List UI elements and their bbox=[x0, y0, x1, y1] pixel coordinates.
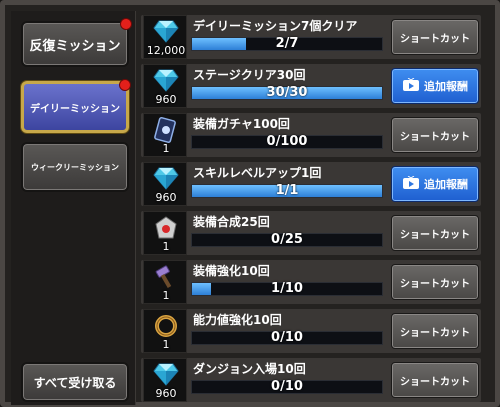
mission-sidebar: 反復ミッション デイリーミッション ウィークリーミッション すべて受け取る bbox=[11, 11, 136, 405]
reward-quantity: 1 bbox=[162, 338, 170, 351]
tab-label: デイリーミッション bbox=[30, 103, 120, 115]
shortcut-button[interactable]: ショートカット bbox=[391, 19, 479, 55]
reward-slot: 960 bbox=[143, 162, 187, 206]
reward-quantity: 1 bbox=[162, 240, 170, 253]
shortcut-button[interactable]: ショートカット bbox=[391, 117, 479, 153]
progress-bar: 0/100 bbox=[191, 134, 383, 149]
progress-text: 0/25 bbox=[271, 232, 303, 247]
progress-text: 30/30 bbox=[266, 85, 308, 100]
progress-bar: 2/7 bbox=[191, 36, 383, 51]
notification-dot bbox=[119, 79, 131, 91]
claim-all-button[interactable]: すべて受け取る bbox=[21, 362, 129, 402]
mission-row: 1 装備ガチャ100回 0/100 ショートカット bbox=[141, 113, 481, 157]
tv-icon bbox=[402, 175, 420, 193]
tv-icon bbox=[402, 77, 420, 95]
progress-bar: 1/1 bbox=[191, 183, 383, 198]
tab-daily-missions[interactable]: デイリーミッション bbox=[21, 79, 131, 133]
reward-slot: 1 bbox=[143, 113, 187, 157]
mission-title: デイリーミッション7個クリア bbox=[193, 19, 358, 33]
mission-row: 1 能力値強化10回 0/10 ショートカット bbox=[141, 309, 481, 353]
mission-title: 能力値強化10回 bbox=[193, 313, 282, 327]
progress-bar: 1/10 bbox=[191, 281, 383, 296]
mission-title: ダンジョン入場10回 bbox=[193, 362, 306, 376]
tab-weekly-missions[interactable]: ウィークリーミッション bbox=[21, 142, 129, 192]
mission-title: ステージクリア30回 bbox=[193, 68, 306, 82]
reward-quantity: 960 bbox=[155, 93, 177, 106]
reward-slot: 1 bbox=[143, 260, 187, 304]
mission-window: 反復ミッション デイリーミッション ウィークリーミッション すべて受け取る 12… bbox=[0, 0, 500, 407]
progress-text: 0/10 bbox=[271, 379, 303, 394]
tab-label: ウィークリーミッション bbox=[31, 162, 119, 172]
progress-bar: 0/10 bbox=[191, 330, 383, 345]
mission-row: 1 装備強化10回 1/10 ショートカット bbox=[141, 260, 481, 304]
claim-all-label: すべて受け取る bbox=[33, 375, 117, 390]
reward-quantity: 1 bbox=[162, 142, 170, 155]
reward-slot: 1 bbox=[143, 309, 187, 353]
action-label: ショートカット bbox=[400, 33, 470, 45]
reward-quantity: 1 bbox=[162, 289, 170, 302]
progress-text: 0/100 bbox=[266, 134, 308, 149]
mission-row: 1 装備合成25回 0/25 ショートカット bbox=[141, 211, 481, 255]
reward-slot: 1 bbox=[143, 211, 187, 255]
progress-text: 0/10 bbox=[271, 330, 303, 345]
mission-row: 960 ダンジョン入場10回 0/10 ショートカット bbox=[141, 358, 481, 402]
mission-title: スキルレベルアップ1回 bbox=[193, 166, 322, 180]
tab-repeat-missions[interactable]: 反復ミッション bbox=[21, 18, 132, 67]
mission-row: 960 ステージクリア30回 30/30 追加報酬 bbox=[141, 64, 481, 108]
shortcut-button[interactable]: ショートカット bbox=[391, 215, 479, 251]
shortcut-button[interactable]: ショートカット bbox=[391, 264, 479, 300]
action-label: ショートカット bbox=[400, 229, 470, 241]
reward-quantity: 960 bbox=[155, 191, 177, 204]
mission-list[interactable]: 12,000 デイリーミッション7個クリア 2/7 ショートカット 960 ステージクリア… bbox=[141, 11, 497, 405]
mission-row: 12,000 デイリーミッション7個クリア 2/7 ショートカット bbox=[141, 15, 481, 59]
progress-bar: 0/10 bbox=[191, 379, 383, 394]
reward-slot: 12,000 bbox=[143, 15, 187, 59]
notification-dot bbox=[120, 18, 132, 30]
progress-bar: 0/25 bbox=[191, 232, 383, 247]
shortcut-button[interactable]: ショートカット bbox=[391, 362, 479, 398]
bonus-reward-button[interactable]: 追加報酬 bbox=[391, 166, 479, 202]
mission-row: 960 スキルレベルアップ1回 1/1 追加報酬 bbox=[141, 162, 481, 206]
action-label: ショートカット bbox=[400, 327, 470, 339]
action-label: ショートカット bbox=[400, 376, 470, 388]
action-label: ショートカット bbox=[400, 278, 470, 290]
bonus-reward-button[interactable]: 追加報酬 bbox=[391, 68, 479, 104]
progress-text: 1/1 bbox=[275, 183, 299, 198]
mission-title: 装備ガチャ100回 bbox=[193, 117, 290, 131]
progress-bar: 30/30 bbox=[191, 85, 383, 100]
shortcut-button[interactable]: ショートカット bbox=[391, 313, 479, 349]
progress-text: 2/7 bbox=[275, 36, 299, 51]
reward-slot: 960 bbox=[143, 64, 187, 108]
action-label: 追加報酬 bbox=[424, 178, 468, 191]
action-label: 追加報酬 bbox=[424, 80, 468, 93]
action-label: ショートカット bbox=[400, 131, 470, 143]
mission-title: 装備強化10回 bbox=[193, 264, 270, 278]
tab-label: 反復ミッション bbox=[29, 38, 121, 54]
reward-quantity: 12,000 bbox=[146, 44, 186, 57]
reward-slot: 960 bbox=[143, 358, 187, 402]
progress-text: 1/10 bbox=[271, 281, 303, 296]
reward-quantity: 960 bbox=[155, 387, 177, 400]
mission-title: 装備合成25回 bbox=[193, 215, 270, 229]
